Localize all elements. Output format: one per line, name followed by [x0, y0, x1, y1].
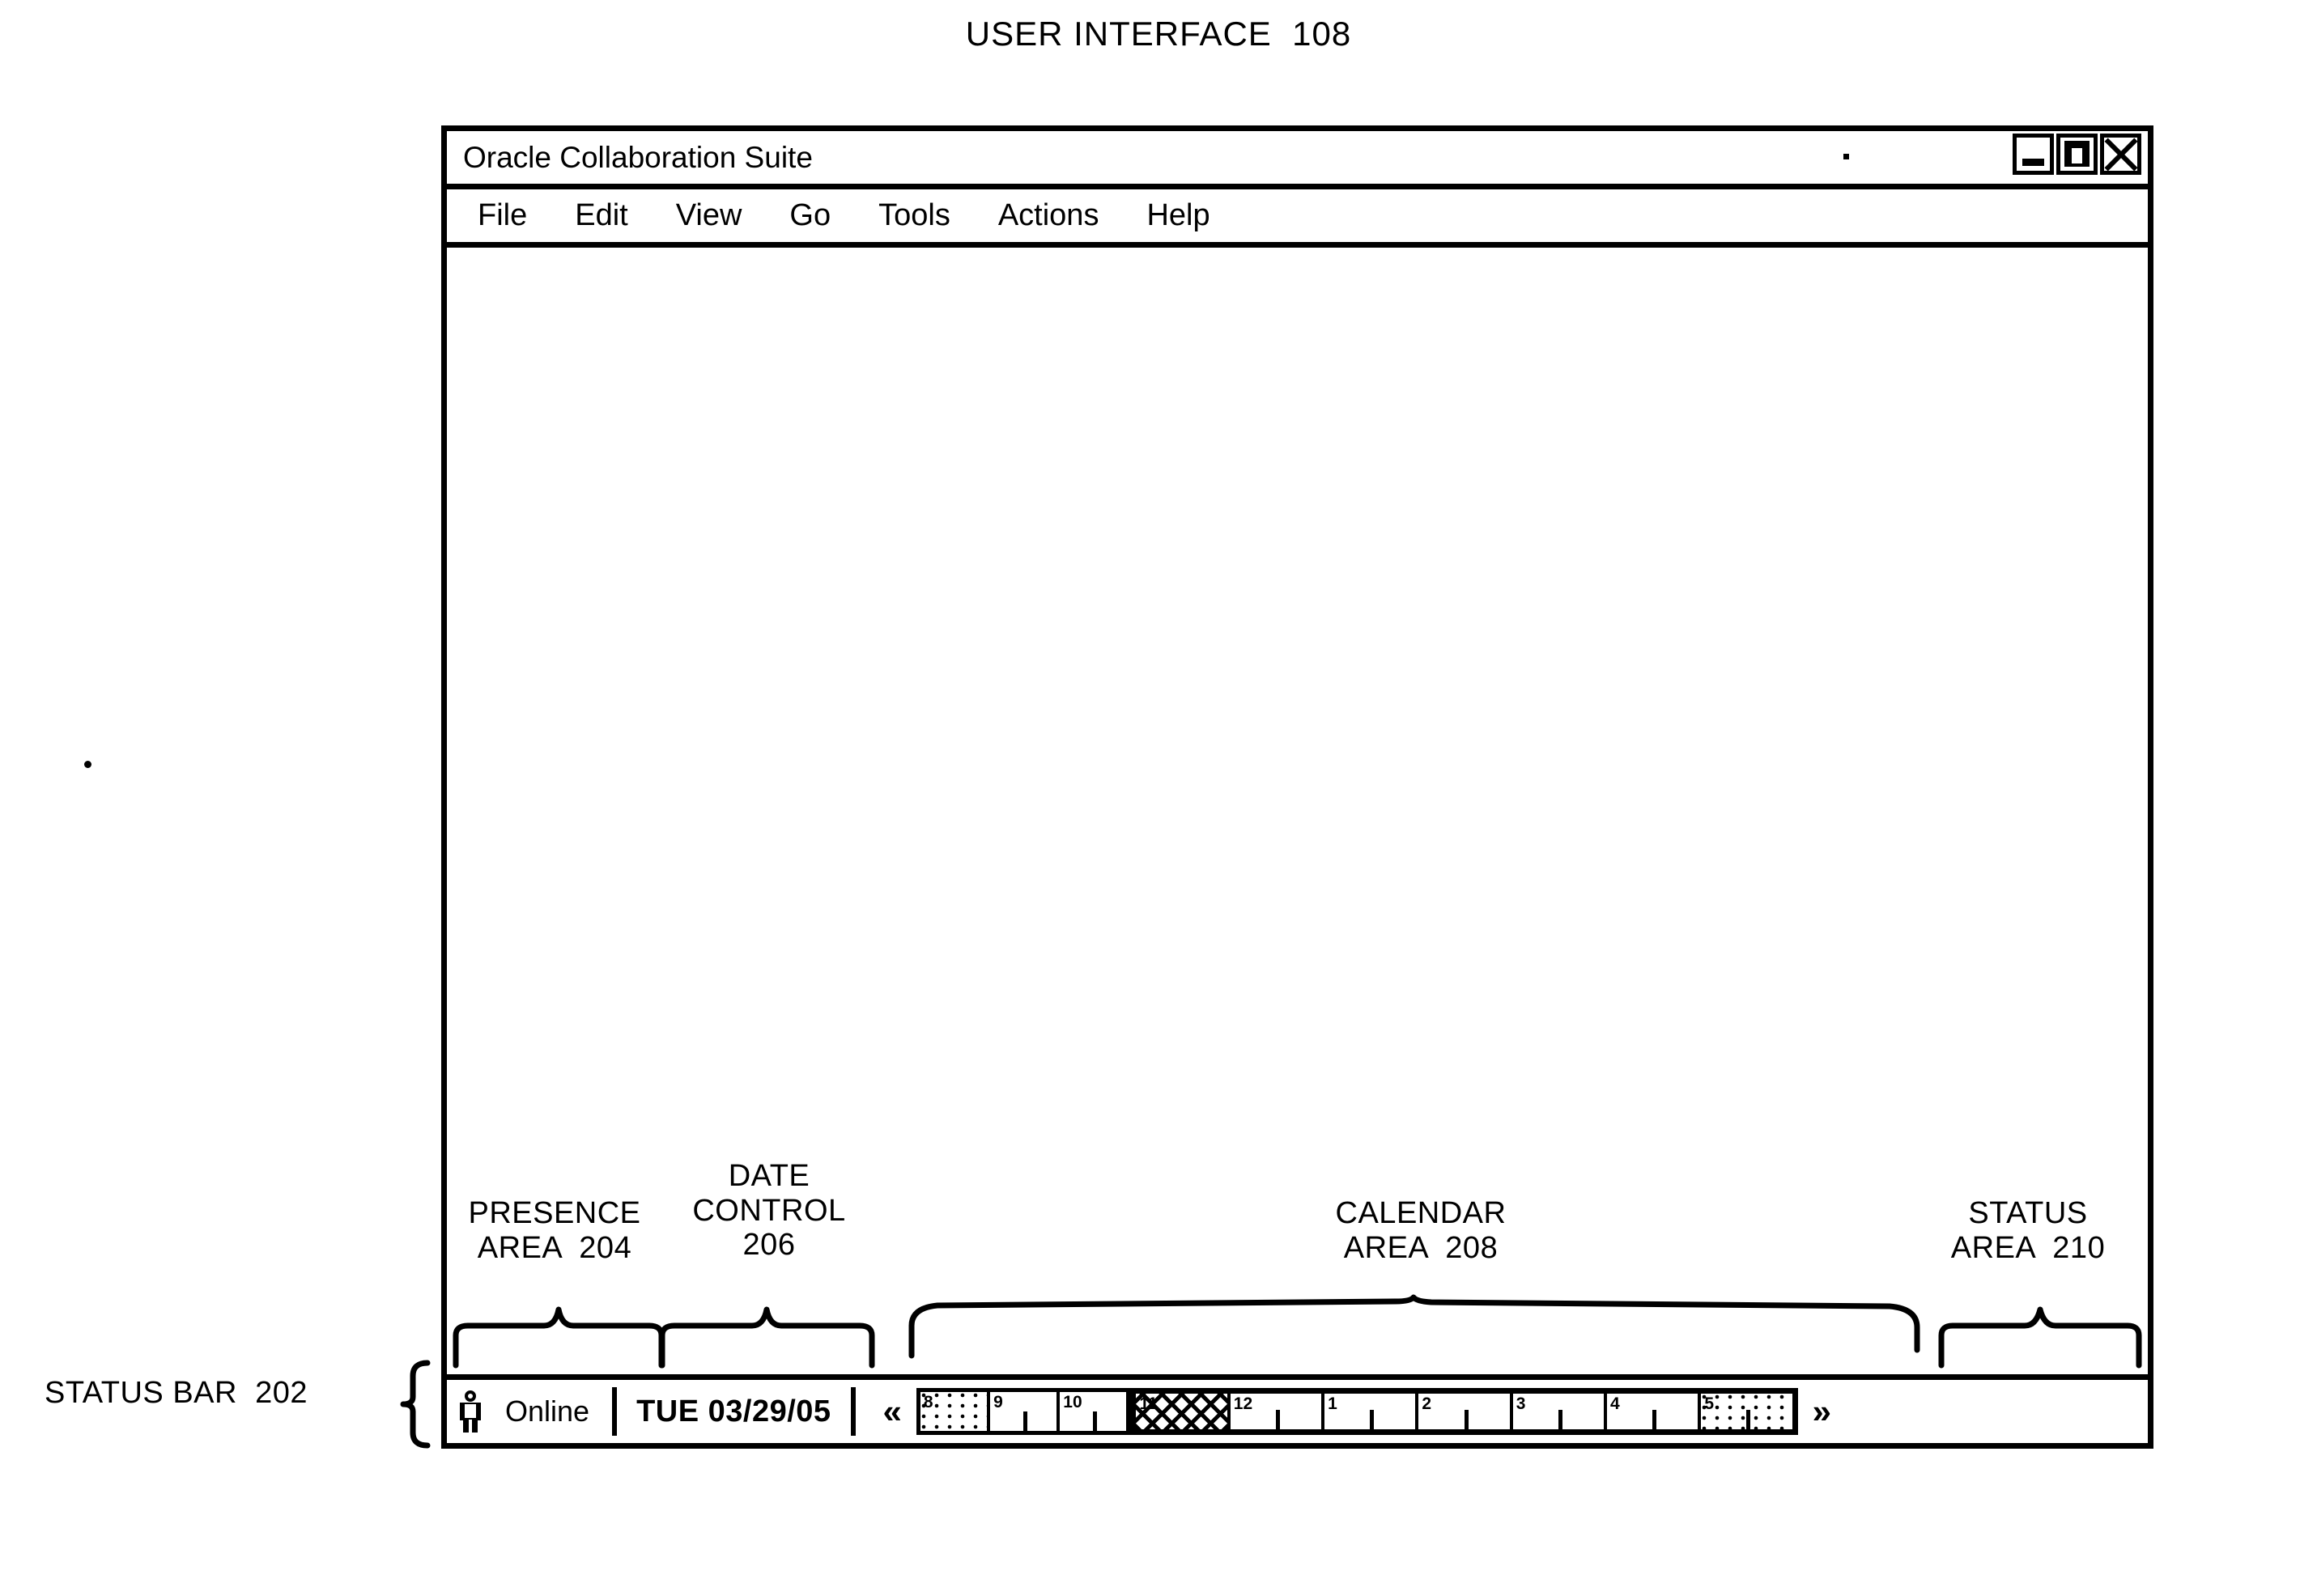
- brace-status-bar: [400, 1360, 431, 1449]
- timeline-cell-1[interactable]: 1: [1324, 1394, 1419, 1429]
- timeline-hour-label: 2: [1422, 1394, 1432, 1413]
- close-button[interactable]: [2100, 134, 2141, 175]
- brace-status-area: [1938, 1306, 2142, 1369]
- calendar-timeline[interactable]: 8 9 10 11 12 1 2 3 4 5: [916, 1388, 1798, 1435]
- artifact-dot: [84, 761, 91, 768]
- timeline-hour-label: 11: [1139, 1394, 1158, 1413]
- status-bar-divider-1: [612, 1387, 618, 1436]
- window-title: Oracle Collaboration Suite: [463, 140, 813, 174]
- brace-date-control: [659, 1306, 875, 1369]
- minimize-button[interactable]: [2013, 134, 2054, 175]
- next-hours-button[interactable]: »: [1803, 1394, 1841, 1428]
- half-hour-tick: [1370, 1410, 1375, 1429]
- brace-calendar-area: [908, 1294, 1920, 1359]
- callout-status-area: STATUS AREA 210: [1950, 1196, 2106, 1265]
- timeline-cell-8[interactable]: 8: [920, 1392, 991, 1431]
- title-bar-artifact-dot: [1843, 154, 1849, 159]
- brace-presence-area: [453, 1306, 665, 1369]
- timeline-cell-12[interactable]: 12: [1230, 1394, 1325, 1429]
- window-controls: [2013, 134, 2141, 175]
- callout-status-bar: STATUS BAR 202: [45, 1376, 308, 1410]
- timeline-hour-label: 4: [1610, 1394, 1620, 1413]
- half-hour-tick: [1652, 1410, 1657, 1429]
- maximize-button[interactable]: [2056, 134, 2098, 175]
- half-hour-tick: [1093, 1411, 1098, 1431]
- status-bar-divider-2: [850, 1387, 856, 1436]
- status-bar: Online TUE 03/29/05 « 8 9 10 11 12 1 2 3…: [447, 1374, 2148, 1443]
- menu-item-go[interactable]: Go: [789, 198, 831, 233]
- menu-item-actions[interactable]: Actions: [998, 198, 1099, 233]
- timeline-cell-11[interactable]: 11: [1136, 1394, 1231, 1429]
- calendar-area: « 8 9 10 11 12 1 2 3 4 5 »: [870, 1380, 1844, 1443]
- timeline-hour-label: 1: [1328, 1394, 1337, 1413]
- timeline-cell-9[interactable]: 9: [990, 1392, 1061, 1431]
- menu-item-edit[interactable]: Edit: [575, 198, 627, 233]
- timeline-hour-label: 5: [1704, 1394, 1715, 1413]
- title-bar: Oracle Collaboration Suite: [447, 131, 2148, 189]
- presence-area[interactable]: Online: [447, 1380, 597, 1443]
- status-area: [1844, 1380, 2148, 1443]
- menu-item-tools[interactable]: Tools: [878, 198, 950, 233]
- timeline-group-work[interactable]: 11 12 1 2 3 4 5: [1130, 1388, 1798, 1435]
- half-hour-tick: [1023, 1411, 1028, 1431]
- menu-bar: File Edit View Go Tools Actions Help: [447, 189, 2148, 248]
- timeline-cell-4[interactable]: 4: [1607, 1394, 1702, 1429]
- timeline-cell-10[interactable]: 10: [1060, 1392, 1127, 1431]
- previous-hours-button[interactable]: «: [874, 1394, 912, 1428]
- date-control[interactable]: TUE 03/29/05: [631, 1380, 835, 1443]
- half-hour-tick: [1275, 1410, 1280, 1429]
- menu-item-help[interactable]: Help: [1146, 198, 1210, 233]
- maximize-icon: [2064, 141, 2090, 167]
- current-date-label: TUE 03/29/05: [636, 1394, 831, 1428]
- half-hour-tick: [1746, 1410, 1751, 1429]
- timeline-cell-2[interactable]: 2: [1418, 1394, 1513, 1429]
- presence-status-label: Online: [505, 1394, 590, 1428]
- callout-calendar-area: CALENDAR AREA 208: [1335, 1196, 1507, 1265]
- figure-title: USER INTERFACE 108: [965, 15, 1352, 53]
- half-hour-tick: [1464, 1410, 1469, 1429]
- timeline-cell-3[interactable]: 3: [1512, 1394, 1608, 1429]
- callout-presence-area: PRESENCE AREA 204: [468, 1196, 641, 1265]
- timeline-group-past[interactable]: 8 9 10: [916, 1388, 1131, 1435]
- timeline-hour-label: 9: [993, 1393, 1003, 1411]
- half-hour-tick: [1558, 1410, 1562, 1429]
- timeline-hour-label: 8: [923, 1393, 933, 1411]
- menu-item-file[interactable]: File: [478, 198, 527, 233]
- callout-date-control: DATE CONTROL 206: [692, 1159, 846, 1263]
- timeline-cell-5[interactable]: 5: [1701, 1394, 1792, 1429]
- minimize-icon: [2022, 159, 2044, 166]
- timeline-hour-label: 12: [1233, 1394, 1253, 1413]
- person-icon: [460, 1390, 481, 1433]
- timeline-hour-label: 10: [1063, 1393, 1082, 1411]
- menu-item-view[interactable]: View: [676, 198, 742, 233]
- timeline-hour-label: 3: [1516, 1394, 1526, 1413]
